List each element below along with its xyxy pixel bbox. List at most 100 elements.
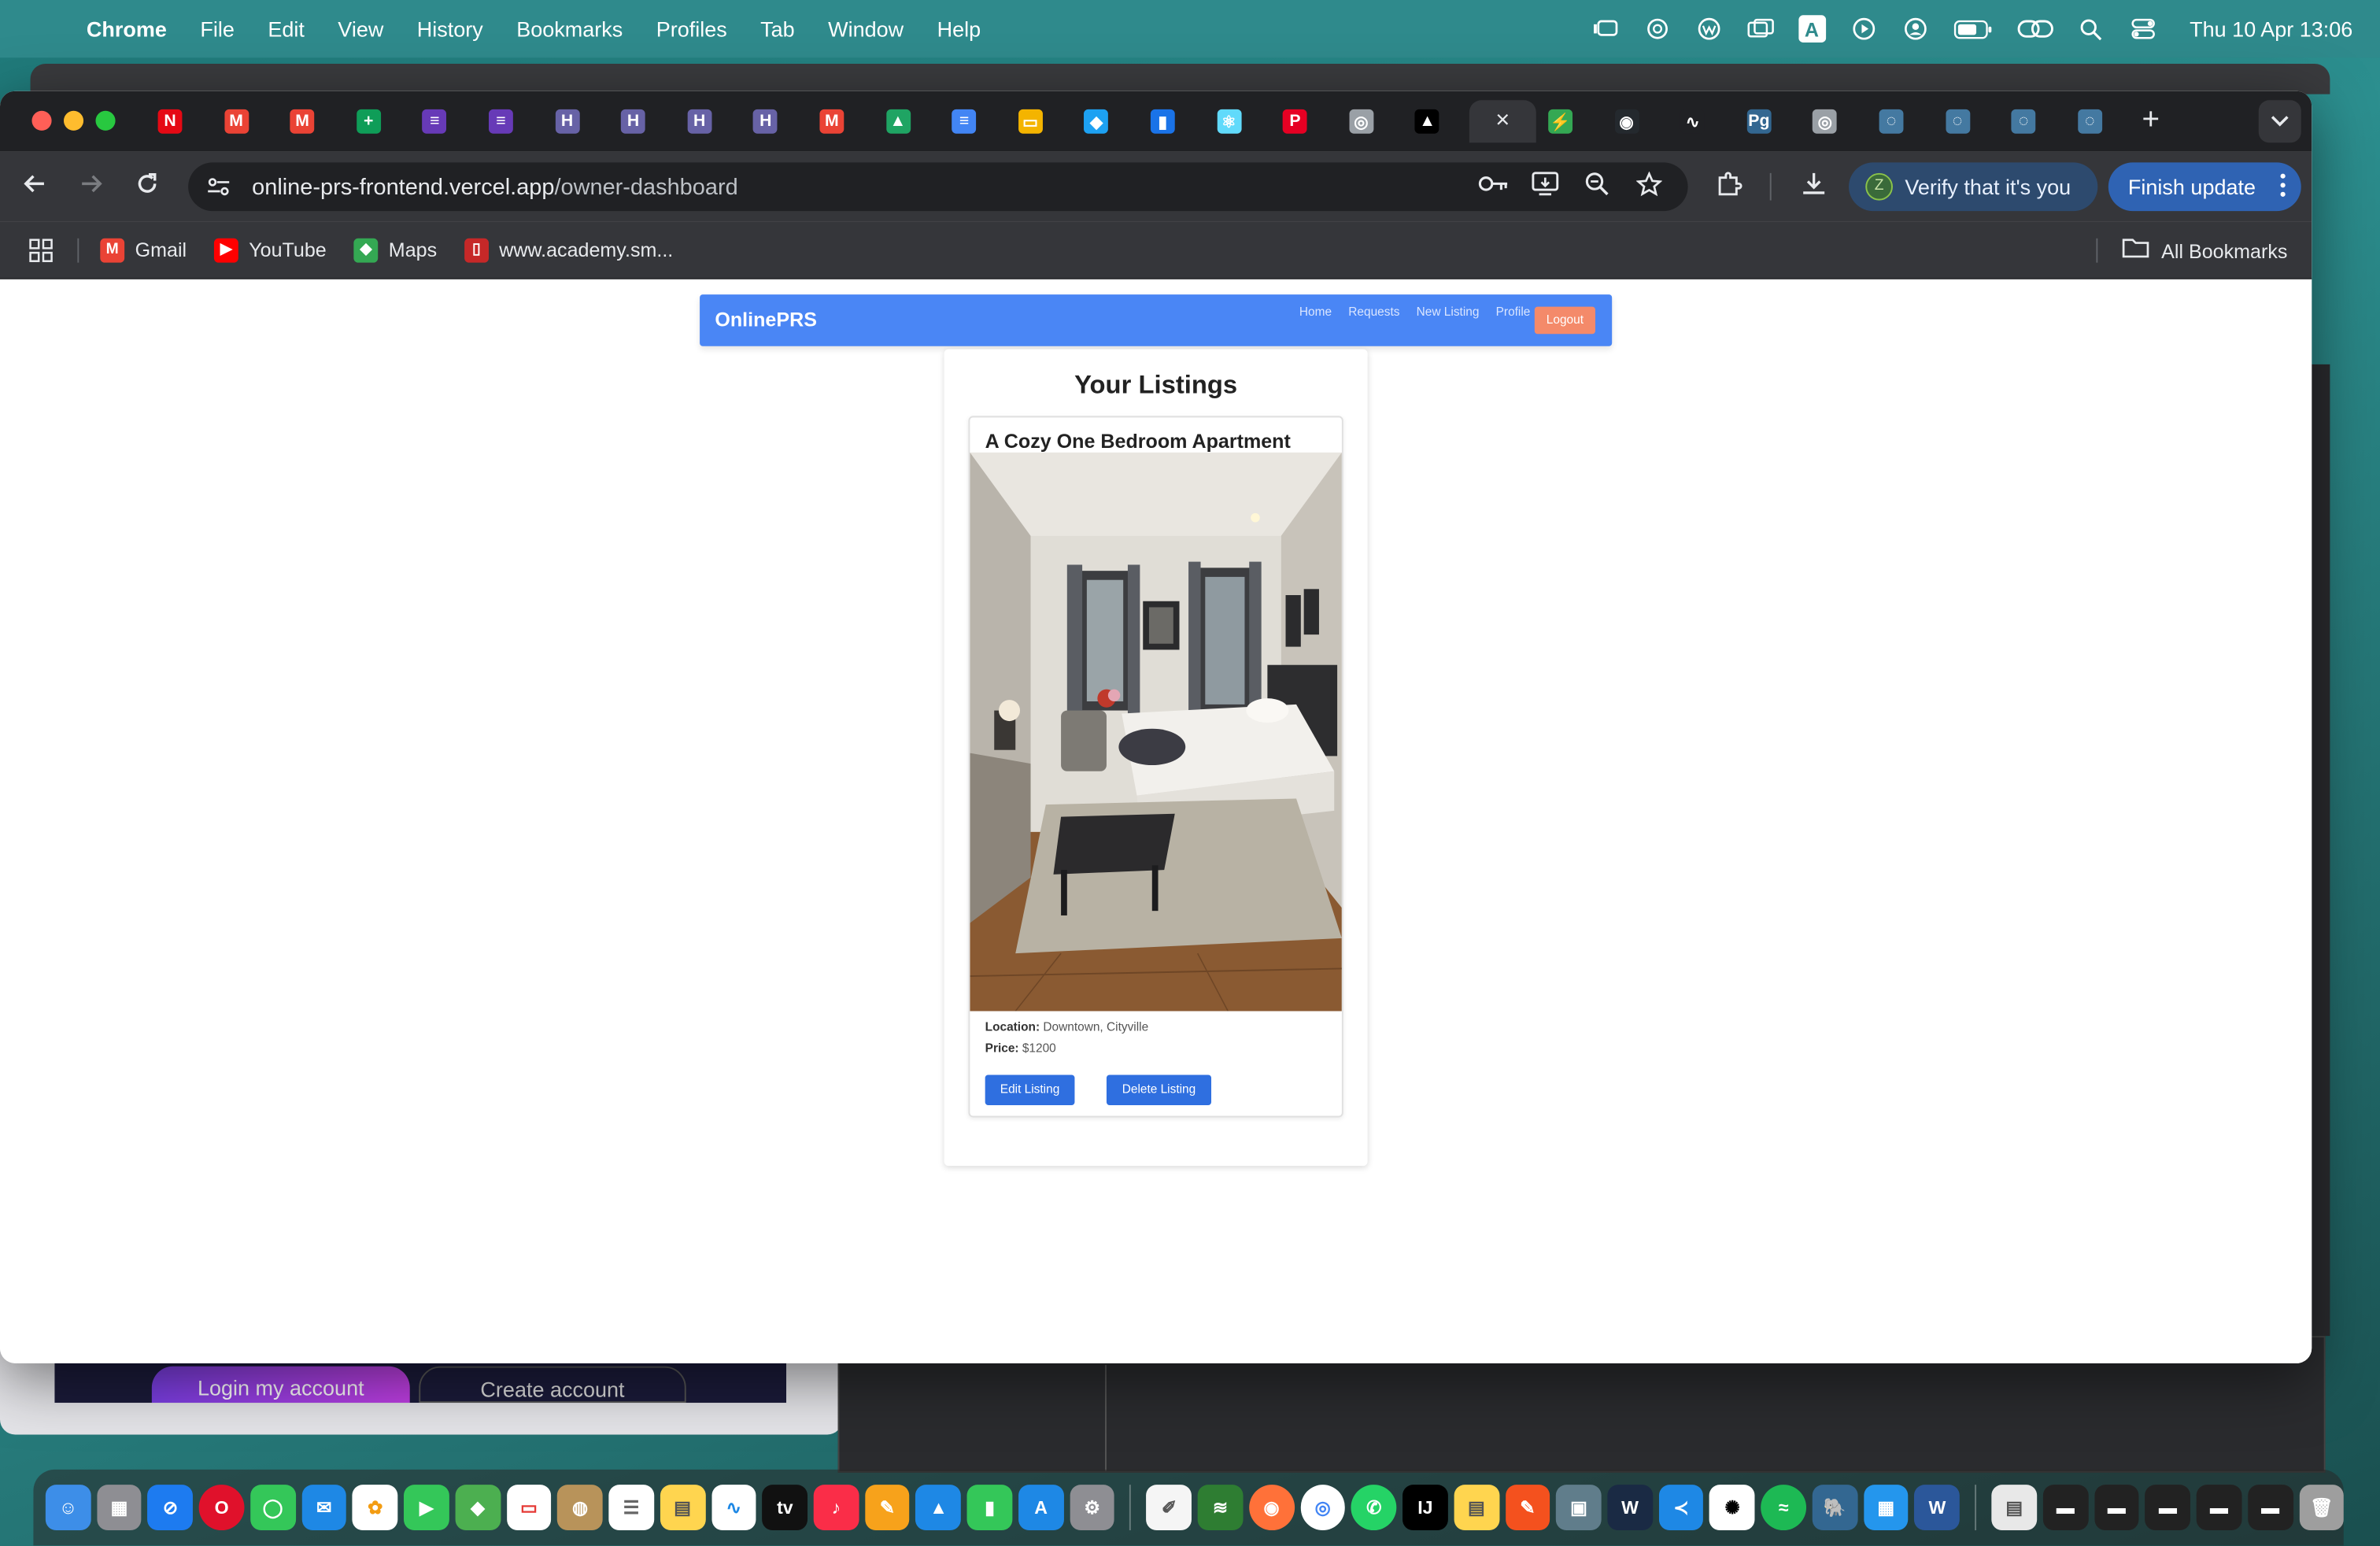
browser-tab[interactable]: M	[808, 100, 856, 142]
safari-icon[interactable]: ⊘	[147, 1485, 194, 1531]
address-bar[interactable]: online-prs-frontend.vercel.app/owner-das…	[188, 162, 1688, 212]
downloads-icon[interactable]	[1797, 170, 1830, 203]
forward-icon[interactable]	[75, 170, 108, 203]
facetime-icon[interactable]: ▶	[404, 1485, 449, 1531]
minimized-window-icon[interactable]: ▬	[2042, 1485, 2089, 1531]
tab-search-icon[interactable]	[2258, 100, 2301, 143]
browser-tab[interactable]: H	[675, 100, 724, 142]
launchpad-icon[interactable]: ▦	[96, 1485, 142, 1531]
wacom-app-icon[interactable]: W	[1607, 1485, 1653, 1531]
menubar-clock[interactable]: Thu 10 Apr 13:06	[2190, 17, 2352, 41]
menu-file[interactable]: File	[200, 17, 235, 41]
browser-tab[interactable]: ≡	[410, 100, 459, 142]
photos-icon[interactable]: ✿	[353, 1485, 398, 1531]
opera-icon[interactable]: O	[199, 1485, 245, 1531]
browser-tab[interactable]: +	[344, 100, 393, 142]
screens-icon[interactable]	[1746, 15, 1774, 43]
new-tab-icon[interactable]: +	[2134, 103, 2168, 136]
verify-identity-button[interactable]: Z Verify that it's you	[1849, 162, 2098, 212]
menu-profiles[interactable]: Profiles	[656, 17, 727, 41]
zoom-icon[interactable]	[1582, 172, 1613, 202]
user-icon[interactable]	[1901, 15, 1929, 43]
more-menu-icon[interactable]	[2280, 173, 2286, 202]
system-settings-icon[interactable]: ⚙	[1070, 1485, 1115, 1531]
chrome-icon[interactable]: ◎	[1300, 1485, 1346, 1531]
browser-tab[interactable]: ∿	[1669, 100, 1717, 142]
nav-link-profile[interactable]: Profile	[1496, 305, 1531, 319]
browser-tab[interactable]: ◌	[2065, 100, 2114, 142]
menu-tab[interactable]: Tab	[760, 17, 795, 41]
minimized-window-icon[interactable]: ▬	[2094, 1485, 2140, 1531]
firefox-icon[interactable]: ◉	[1248, 1485, 1295, 1531]
stickies-icon[interactable]: ▤	[1454, 1485, 1499, 1531]
browser-tab[interactable]: ▲	[874, 100, 922, 142]
browser-tab[interactable]: ◎	[1801, 100, 1850, 142]
browser-tab[interactable]: N	[146, 100, 194, 142]
postgres-icon[interactable]: 🐘	[1812, 1485, 1858, 1531]
menu-history[interactable]: History	[417, 17, 483, 41]
browser-tab[interactable]: H	[609, 100, 658, 142]
document-icon[interactable]: ▤	[1991, 1485, 2037, 1531]
openai-icon[interactable]	[1643, 15, 1671, 43]
stage-manager-icon[interactable]	[1591, 15, 1619, 43]
spotify-icon[interactable]: ≈	[1761, 1485, 1806, 1531]
browser-tab[interactable]: ≡	[940, 100, 989, 142]
menu-edit[interactable]: Edit	[268, 17, 305, 41]
browser-tab[interactable]: ◌	[1933, 100, 1982, 142]
bookmark-item[interactable]: ◆ Maps	[353, 237, 437, 262]
calendar-icon[interactable]: ▭	[506, 1485, 552, 1531]
bookmark-item[interactable]: ▯ www.academy.sm...	[464, 237, 673, 262]
back-icon[interactable]	[18, 170, 51, 203]
word-icon[interactable]: W	[1914, 1485, 1961, 1531]
messages-icon[interactable]: ◯	[250, 1485, 296, 1531]
spotlight-icon[interactable]	[2077, 15, 2105, 43]
edit-listing-button[interactable]: Edit Listing	[985, 1074, 1075, 1106]
tab-active[interactable]: ×	[1469, 100, 1536, 143]
menu-view[interactable]: View	[338, 17, 383, 41]
trash-icon[interactable]: 🗑	[2298, 1485, 2345, 1531]
window-minimize-button[interactable]	[64, 110, 84, 131]
music-icon[interactable]: ♪	[813, 1485, 859, 1531]
whatsapp-icon[interactable]: ✆	[1351, 1485, 1397, 1531]
site-info-icon[interactable]	[206, 175, 231, 199]
password-key-icon[interactable]	[1478, 172, 1509, 202]
browser-tab[interactable]: H	[741, 100, 790, 142]
close-tab-icon[interactable]: ×	[1495, 108, 1510, 135]
reload-icon[interactable]	[131, 170, 164, 203]
intellij-icon[interactable]: IJ	[1402, 1485, 1448, 1531]
browser-tab[interactable]: ◎	[1337, 100, 1386, 142]
browser-tab[interactable]: ◉	[1602, 100, 1651, 142]
play-icon[interactable]	[1850, 15, 1877, 43]
browser-tab[interactable]: ◌	[1867, 100, 1916, 142]
menu-help[interactable]: Help	[937, 17, 981, 41]
background-login-button[interactable]: Login my account	[151, 1366, 410, 1404]
finish-update-button[interactable]: Finish update	[2108, 162, 2301, 212]
freeform-icon[interactable]: ∿	[711, 1485, 756, 1531]
battery-icon[interactable]	[1953, 15, 1992, 43]
pencil-app-icon[interactable]: ✎	[1505, 1485, 1550, 1531]
browser-tab[interactable]: ◆	[1072, 100, 1121, 142]
browser-tab[interactable]: ▲	[1403, 100, 1452, 142]
bookmark-star-icon[interactable]	[1633, 171, 1664, 202]
menu-app-name[interactable]: Chrome	[87, 17, 167, 41]
all-bookmarks-button[interactable]: All Bookmarks	[2122, 222, 2287, 279]
browser-tab[interactable]: ⚡	[1536, 100, 1585, 142]
app-brand[interactable]: OnlinePRS	[715, 309, 817, 331]
background-create-account-button[interactable]: Create account	[419, 1366, 686, 1404]
app-store-icon[interactable]: A	[1018, 1485, 1064, 1531]
reminders-icon[interactable]: ☰	[608, 1485, 654, 1531]
window-zoom-button[interactable]	[95, 110, 116, 131]
browser-tab[interactable]: M	[278, 100, 327, 142]
menu-bookmarks[interactable]: Bookmarks	[516, 17, 623, 41]
notes-icon[interactable]: ▤	[660, 1485, 705, 1531]
input-source-icon[interactable]: A	[1798, 15, 1826, 43]
nav-link-requests[interactable]: Requests	[1348, 305, 1399, 319]
mail-icon[interactable]: ✉	[301, 1485, 347, 1531]
browser-tab[interactable]: ⚛	[1205, 100, 1254, 142]
browser-tab[interactable]: Pg	[1735, 100, 1783, 142]
browser-tab[interactable]: ▮	[1138, 100, 1187, 142]
maps-icon[interactable]: ◆	[455, 1485, 501, 1531]
browser-tab[interactable]: ≡	[477, 100, 526, 142]
pages-icon[interactable]: ✎	[864, 1485, 911, 1531]
browser-tab[interactable]: M	[212, 100, 261, 142]
